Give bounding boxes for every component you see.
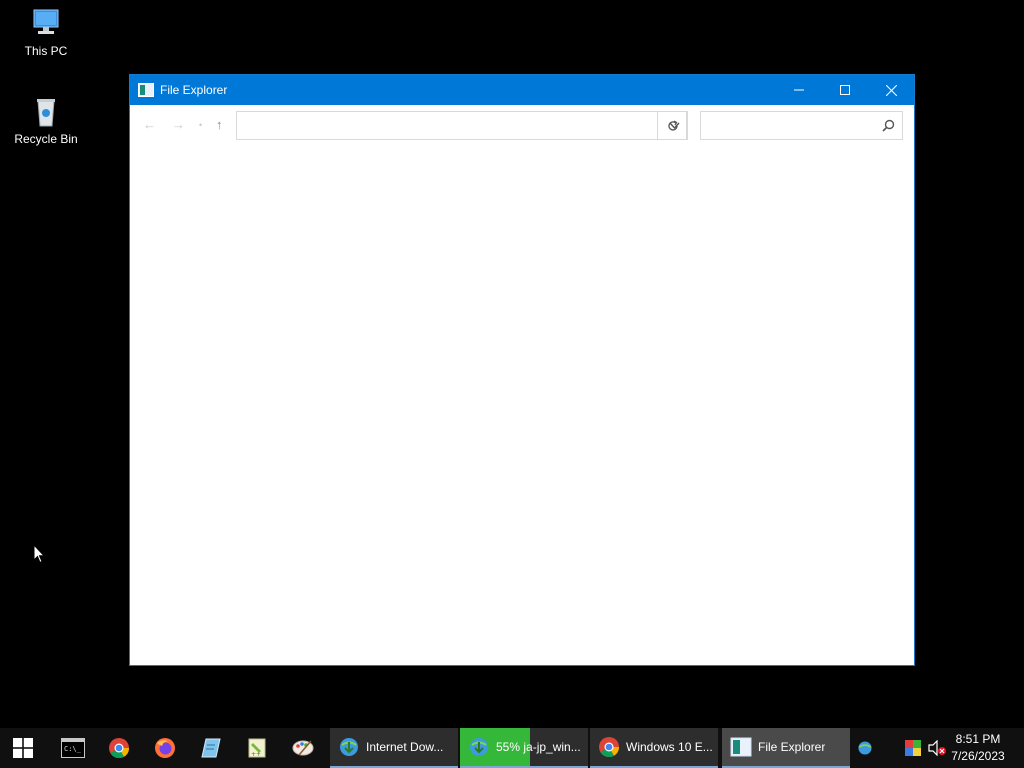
chrome-icon (598, 736, 620, 758)
taskbar-clock[interactable]: 8:51 PM 7/26/2023 (946, 731, 1010, 765)
desktop-icon-label: Recycle Bin (14, 132, 78, 146)
search-box[interactable] (700, 111, 903, 140)
close-button[interactable] (868, 75, 914, 105)
desktop-icon-recycle-bin[interactable]: Recycle Bin (8, 96, 84, 146)
clock-date: 7/26/2023 (951, 749, 1005, 763)
window-title: File Explorer (160, 83, 228, 97)
taskbar-app-label: File Explorer (758, 740, 826, 754)
taskbar-firefox-button[interactable] (142, 728, 188, 768)
file-explorer-icon (730, 736, 752, 758)
minimize-icon (794, 89, 804, 91)
navigation-bar: ← → • ↑ (130, 105, 914, 145)
taskbar-terminal-button[interactable]: C:\_ (50, 728, 96, 768)
taskbar: C:\_ ++ Internet Dow... 55% ja-jp_win...… (0, 728, 1024, 768)
computer-icon (29, 8, 63, 40)
taskbar-chrome-button[interactable] (96, 728, 142, 768)
taskbar-notepad-button[interactable] (188, 728, 234, 768)
svg-text:++: ++ (251, 751, 261, 758)
desktop-icon-this-pc[interactable]: This PC (8, 8, 84, 58)
file-explorer-window[interactable]: File Explorer ← → • ↑ (129, 74, 915, 666)
taskbar-app-label: Internet Dow... (366, 740, 444, 754)
desktop-icon-label: This PC (24, 44, 68, 58)
address-bar[interactable] (236, 111, 687, 140)
recycle-bin-icon (29, 96, 63, 128)
taskbar-app-label: Windows 10 E... (626, 740, 713, 754)
tray-color-icon[interactable] (903, 738, 923, 758)
up-arrow-icon[interactable]: ↑ (216, 117, 223, 132)
paint-icon (292, 740, 314, 756)
minimize-button[interactable] (776, 75, 822, 105)
maximize-button[interactable] (822, 75, 868, 105)
taskbar-app-internet-download-manager[interactable]: Internet Dow... (330, 728, 458, 768)
svg-text:C:\_: C:\_ (64, 745, 82, 753)
search-input[interactable] (701, 112, 871, 139)
start-button[interactable] (0, 728, 46, 768)
close-icon (885, 84, 897, 96)
recent-locations-chevron-icon[interactable]: • (199, 120, 202, 130)
internet-download-manager-icon (468, 736, 490, 758)
tray-idm-icon[interactable] (855, 738, 875, 758)
refresh-button[interactable] (657, 111, 688, 140)
windows-logo-icon (13, 738, 33, 758)
title-bar[interactable]: File Explorer (130, 75, 914, 105)
back-arrow-icon[interactable]: ← (143, 117, 156, 132)
mouse-cursor-icon (33, 543, 46, 569)
taskbar-app-chrome-windows-10[interactable]: Windows 10 E... (590, 728, 718, 768)
firefox-icon (155, 738, 175, 758)
clock-time: 8:51 PM (955, 732, 1001, 746)
taskbar-paint-button[interactable] (280, 728, 326, 768)
maximize-icon (840, 85, 850, 95)
file-explorer-icon (138, 83, 154, 97)
refresh-icon (667, 119, 678, 131)
taskbar-app-download-progress[interactable]: 55% ja-jp_win... (460, 728, 588, 768)
internet-download-manager-icon (338, 736, 360, 758)
notepad-icon (201, 738, 221, 758)
taskbar-notepadpp-button[interactable]: ++ (234, 728, 280, 768)
speaker-muted-icon[interactable] (927, 738, 947, 758)
taskbar-app-label: 55% ja-jp_win... (496, 740, 581, 754)
notepadpp-icon: ++ (248, 738, 266, 758)
chrome-icon (109, 738, 130, 759)
forward-arrow-icon[interactable]: → (172, 117, 185, 132)
search-icon[interactable] (882, 119, 895, 132)
terminal-icon: C:\_ (61, 738, 85, 758)
content-pane[interactable] (130, 145, 914, 665)
taskbar-app-file-explorer[interactable]: File Explorer (722, 728, 850, 768)
